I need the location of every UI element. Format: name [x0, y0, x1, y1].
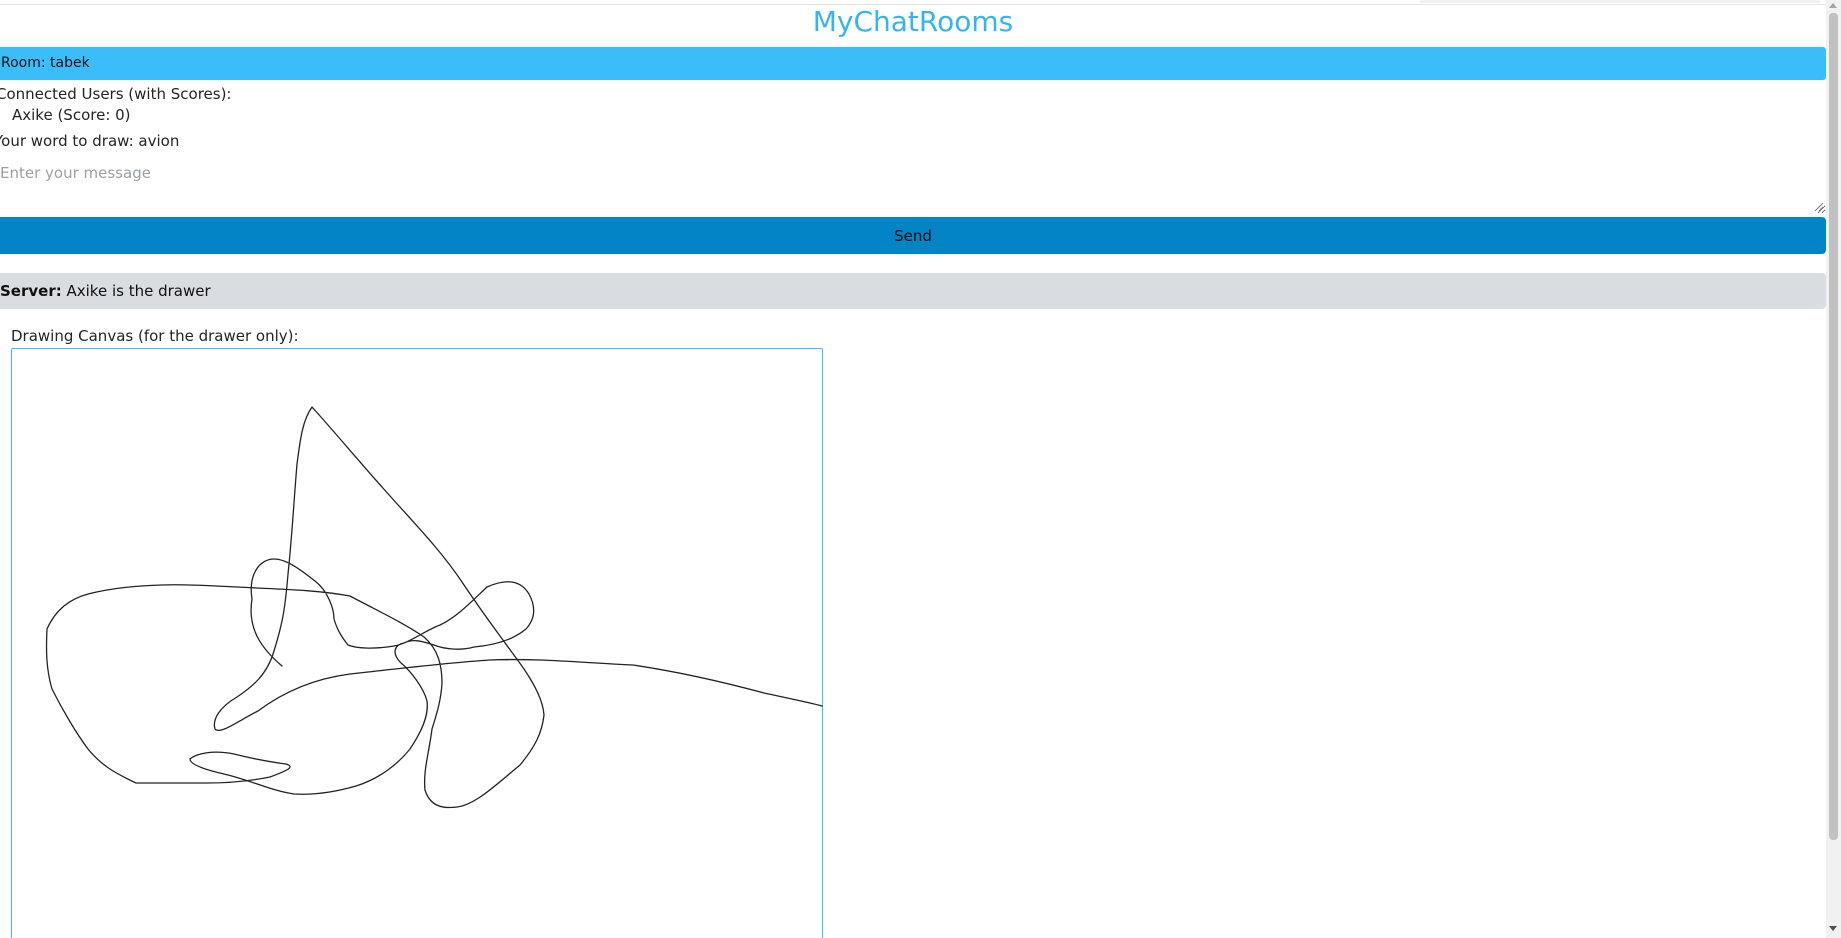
- top-edge-shadow: [1420, 0, 1820, 3]
- connected-users-list: Axike (Score: 0): [12, 105, 131, 125]
- drawing-canvas-label: Drawing Canvas (for the drawer only):: [11, 327, 299, 345]
- room-header: Room: tabek: [0, 47, 1826, 80]
- message-sender: Server:: [0, 282, 62, 300]
- send-button[interactable]: Send: [0, 217, 1826, 254]
- chat-message: Server: Axike is the drawer: [0, 273, 1826, 309]
- resize-grip-icon[interactable]: [1814, 202, 1824, 212]
- app-title: MyChatRooms: [812, 5, 1014, 38]
- message-input[interactable]: [0, 158, 1826, 214]
- word-to-draw: Your word to draw: avion: [0, 132, 180, 150]
- scroll-up-arrow-icon[interactable]: [1829, 3, 1837, 8]
- drawing-canvas[interactable]: [11, 348, 823, 938]
- scroll-down-arrow-icon[interactable]: [1829, 926, 1837, 931]
- drawing-stroke: [45, 406, 823, 809]
- message-text: Axike is the drawer: [61, 282, 211, 300]
- page: MyChatRooms Room: tabek Connected Users …: [0, 0, 1841, 938]
- drawing-strokes: [45, 406, 823, 809]
- connected-users-heading: Connected Users (with Scores):: [0, 85, 232, 103]
- scroll-thumb[interactable]: [1829, 13, 1838, 840]
- vertical-scrollbar[interactable]: [1826, 0, 1841, 938]
- user-item: Axike (Score: 0): [12, 106, 131, 124]
